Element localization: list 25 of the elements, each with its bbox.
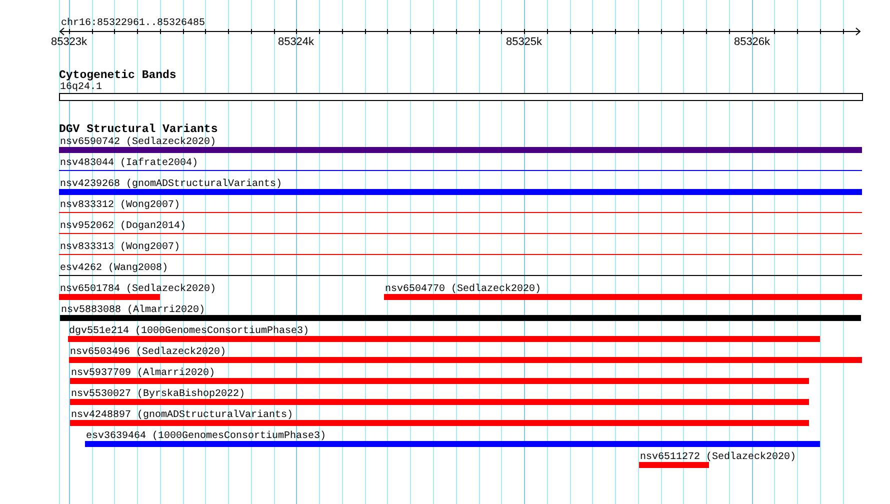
variant-label: nsv6590742 (Sedlazeck2020)	[60, 137, 216, 148]
variant-label: nsv6501784 (Sedlazeck2020)	[60, 284, 216, 295]
ruler-tick-label: 85323k	[50, 36, 88, 48]
variant-label: nsv6503496 (Sedlazeck2020)	[70, 347, 226, 358]
variant-label: nsv483044 (Iafrate2004)	[60, 158, 198, 169]
variant-label: nsv6511272 (Sedlazeck2020)	[640, 452, 796, 463]
variant-label: esv3639464 (1000GenomesConsortiumPhase3)	[86, 431, 326, 442]
variant-label: dgv551e214 (1000GenomesConsortiumPhase3)	[69, 326, 310, 337]
variant-label: nsv6504770 (Sedlazeck2020)	[385, 284, 542, 295]
track-title: DGV Structural Variants	[59, 123, 218, 136]
band-label: 16q24.1	[60, 82, 102, 93]
variant-label: nsv833313 (Wong2007)	[60, 242, 180, 253]
variant-label: nsv5530027 (ByrskaBishop2022)	[71, 389, 246, 400]
variant-label: nsv4239268 (gnomADStructuralVariants)	[60, 179, 282, 190]
variant-label: nsv5937709 (Almarri2020)	[71, 368, 216, 379]
variant-label: nsv5883088 (Almarri2020)	[61, 305, 206, 316]
variant-label: nsv833312 (Wong2007)	[60, 200, 180, 211]
variant-label: nsv952062 (Dogan2014)	[60, 221, 186, 232]
ruler-tick-label: 85324k	[278, 36, 314, 48]
ruler-range: chr16:85322961..85326485	[61, 18, 206, 29]
track-title: Cytogenetic Bands	[59, 69, 176, 82]
ruler-tick-label: 85326k	[734, 36, 770, 48]
variant-label: nsv4248897 (gnomADStructuralVariants)	[71, 410, 294, 421]
variant-label: esv4262 (Wang2008)	[60, 263, 168, 274]
ruler-tick-label: 85325k	[506, 36, 542, 48]
